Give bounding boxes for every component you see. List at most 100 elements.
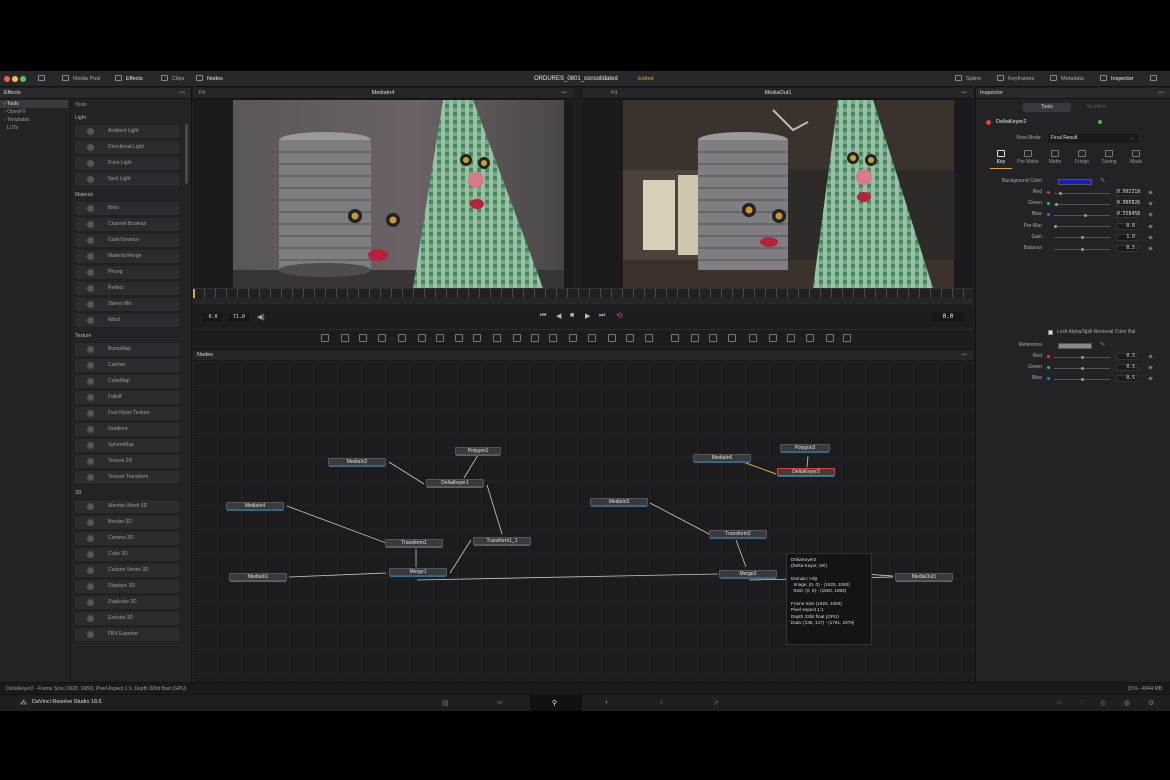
- node-mediain1[interactable]: MediaIn1: [229, 573, 287, 582]
- param-value-field[interactable]: 0.005826: [1116, 200, 1140, 208]
- node-transform1_1[interactable]: Transform1_1: [473, 537, 531, 546]
- node-merge1[interactable]: Merge1: [389, 568, 447, 577]
- home-icon[interactable]: ⌂: [1057, 699, 1061, 706]
- lock-alpha-label: Lock Alpha/Spill Removal Color Bal: [1057, 329, 1136, 335]
- page-navigation-bar: ⁂ DaVinci Resolve Studio 18.6 ▤ ✂ ⚲ ◐ ♪ …: [0, 694, 1170, 711]
- collaboration-icon[interactable]: ◎: [1100, 699, 1106, 707]
- param-value-field[interactable]: 0.5: [1116, 375, 1138, 383]
- param-value-field[interactable]: 0.0: [1116, 222, 1138, 230]
- keyframe-icon[interactable]: [1148, 365, 1153, 370]
- fusion-app-window: Media Pool Effects Clips Nodes ORDURES_0…: [0, 71, 1170, 711]
- eyedropper-icon[interactable]: ✎: [1100, 177, 1105, 184]
- chat-icon[interactable]: ◌: [1080, 699, 1084, 706]
- param-slider[interactable]: [1054, 377, 1110, 381]
- subtab-pre-matte[interactable]: Pre Matte: [1017, 158, 1039, 167]
- page-fusion-icon: ⚲: [552, 700, 558, 707]
- subtab-matte[interactable]: Matte: [1044, 158, 1066, 167]
- status-bar: DeltaKeyer2 - Frame Size (1920, 1080), P…: [0, 682, 1170, 694]
- node-status-icon: [1098, 120, 1102, 124]
- subtab-mask[interactable]: Mask: [1125, 158, 1147, 167]
- keyframe-icon[interactable]: [1148, 223, 1153, 229]
- lock-checkbox[interactable]: [1048, 330, 1053, 335]
- inspector-header: Inspector •••: [976, 88, 1170, 99]
- subtab-icon: [997, 150, 1005, 157]
- node-tooltip: DeltaKeyer2 (Delta Keyer, OK) Domain: HiQ …: [786, 553, 872, 645]
- reference-color-swatch[interactable]: [1058, 343, 1092, 349]
- param-label: Red: [1032, 353, 1042, 359]
- slider-knob[interactable]: [1081, 366, 1084, 370]
- slider-knob[interactable]: [1081, 236, 1084, 240]
- node-mediain6[interactable]: MediaIn6: [693, 454, 751, 463]
- param-slider[interactable]: [1054, 366, 1110, 370]
- param-value-field[interactable]: 1.0: [1116, 233, 1138, 241]
- node-polygon1[interactable]: Polygon1: [455, 447, 501, 456]
- node-transform2[interactable]: Transform2: [709, 530, 767, 539]
- node-enable-icon[interactable]: [986, 120, 991, 125]
- subtab-fringe[interactable]: Fringe: [1071, 158, 1093, 167]
- slider-knob[interactable]: [1081, 355, 1084, 359]
- slider-knob[interactable]: [1081, 247, 1084, 251]
- subtab-tuning[interactable]: Tuning: [1098, 158, 1120, 167]
- node-polygon2[interactable]: Polygon2: [780, 444, 830, 453]
- page-fairlight-icon[interactable]: ♪: [660, 699, 664, 706]
- node-deltakeyer1[interactable]: DeltaKeyer1: [426, 479, 484, 488]
- param-slider[interactable]: [1054, 236, 1110, 240]
- param-slider[interactable]: [1054, 247, 1110, 251]
- keyframe-icon[interactable]: [1148, 354, 1153, 359]
- param-label: Balance: [1023, 245, 1042, 251]
- tooltip-line: Data: (136, 147) - (1791, 1079): [791, 619, 855, 625]
- param-value-field[interactable]: 0.5: [1116, 245, 1138, 252]
- param-slider[interactable]: [1054, 355, 1110, 359]
- page-media-icon[interactable]: ▤: [442, 699, 449, 707]
- view-mode-select[interactable]: Final Result ⌄: [1048, 134, 1138, 143]
- keyframe-icon[interactable]: [1148, 190, 1153, 195]
- reference-eyedropper-icon[interactable]: ✎: [1100, 341, 1105, 348]
- keyframe-icon[interactable]: [1148, 212, 1153, 218]
- page-fusion-tab[interactable]: ⚲: [530, 695, 582, 711]
- param-value-field[interactable]: 0.5: [1116, 353, 1138, 360]
- settings-gear-icon[interactable]: ⚙: [1148, 699, 1154, 707]
- davinci-logo-icon: ⁂: [20, 700, 27, 707]
- param-slider[interactable]: [1054, 225, 1110, 229]
- channel-dot-icon: [1047, 366, 1050, 370]
- node-transform1[interactable]: Transform1: [385, 539, 443, 548]
- tab-tools[interactable]: Tools: [1023, 103, 1071, 112]
- page-color-icon[interactable]: ◐: [605, 699, 609, 706]
- keyframe-icon[interactable]: [1148, 376, 1153, 382]
- tab-modifiers[interactable]: Modifiers: [1073, 103, 1121, 112]
- page-cut-icon[interactable]: ✂: [497, 699, 503, 707]
- background-color-swatch[interactable]: [1058, 179, 1092, 185]
- param-label: Red: [1032, 189, 1042, 195]
- slider-knob[interactable]: [1058, 191, 1062, 195]
- node-mediaout1[interactable]: MediaOut1: [895, 573, 953, 582]
- param-slider[interactable]: [1054, 191, 1110, 195]
- node-mediain2[interactable]: MediaIn2: [328, 458, 386, 467]
- keyframe-icon[interactable]: [1148, 201, 1153, 206]
- inspector-options-icon[interactable]: •••: [1158, 88, 1164, 99]
- subtab-key[interactable]: Key: [990, 158, 1012, 167]
- param-value-field[interactable]: 0.5: [1116, 364, 1138, 372]
- slider-knob[interactable]: [1081, 377, 1084, 381]
- inspector-node-name: DeltaKeyer2: [996, 119, 1027, 125]
- subtab-icon: [1105, 150, 1113, 157]
- param-label: Blue: [1031, 375, 1042, 382]
- node-merge2[interactable]: Merge2: [719, 570, 777, 579]
- channel-dot-icon: [1047, 377, 1050, 381]
- keyframe-icon[interactable]: [1148, 235, 1153, 240]
- param-label: Gain: [1031, 233, 1042, 240]
- notifications-icon[interactable]: ◍: [1124, 699, 1130, 707]
- node-mediain4[interactable]: MediaIn4: [226, 502, 284, 511]
- param-slider[interactable]: [1054, 213, 1110, 217]
- node-deltakeyer2[interactable]: DeltaKeyer2: [777, 468, 835, 477]
- node-mediain3[interactable]: MediaIn3: [590, 498, 648, 507]
- slider-knob[interactable]: [1054, 225, 1057, 229]
- slider-knob[interactable]: [1084, 213, 1088, 217]
- param-slider[interactable]: [1054, 202, 1110, 206]
- page-deliver-icon[interactable]: ➚: [713, 699, 719, 707]
- param-value-field[interactable]: 0.092319: [1116, 189, 1140, 196]
- keyframe-icon[interactable]: [1148, 246, 1153, 251]
- subtab-icon: [1051, 150, 1059, 157]
- background-color-label: Background Color: [1001, 178, 1042, 184]
- param-value-field[interactable]: 0.558458: [1116, 211, 1140, 219]
- slider-knob[interactable]: [1054, 202, 1058, 206]
